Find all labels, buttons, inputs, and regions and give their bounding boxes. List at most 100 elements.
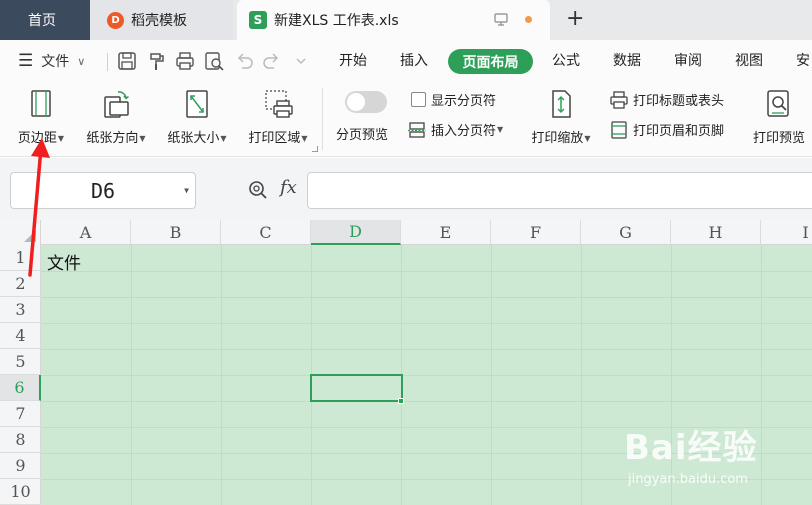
spreadsheet-grid[interactable]: A B C D E F G H I 1 2 3 4 5 6 7 8 9 10 文…	[0, 220, 812, 505]
menu-review[interactable]: 审阅	[674, 50, 702, 72]
orientation-button[interactable]: 纸张方向▼	[80, 82, 152, 146]
caret-down-icon: ▼	[584, 134, 591, 143]
tab-home[interactable]: 首页	[0, 0, 90, 40]
spreadsheet-logo-icon: S	[249, 11, 267, 29]
print-area-button[interactable]: 打印区域▼	[242, 82, 314, 146]
monitor-icon[interactable]	[494, 13, 508, 26]
menu-formulas[interactable]: 公式	[552, 50, 580, 72]
print-icon[interactable]	[174, 50, 196, 72]
caret-down-icon: ▼	[57, 134, 65, 143]
print-titles-button[interactable]: 打印标题或表头	[610, 90, 724, 109]
column-header-i[interactable]: I	[761, 220, 812, 245]
caret-down-icon: ▼	[301, 134, 308, 143]
insert-page-break-icon	[408, 121, 426, 138]
tab-workbook-label: 新建XLS 工作表.xls	[274, 13, 399, 29]
caret-down-icon: ▼	[139, 134, 146, 143]
new-tab-button[interactable]: +	[566, 8, 584, 30]
file-menu-button[interactable]: ☰ 文件 ∨	[18, 51, 85, 71]
selected-cell-d6[interactable]	[310, 374, 403, 402]
row-header-2[interactable]: 2	[0, 271, 41, 297]
insert-page-break-button[interactable]: 插入分页符 ▼	[408, 120, 503, 139]
customize-toolbar-icon[interactable]	[290, 50, 312, 72]
row-header-9[interactable]: 9	[0, 453, 41, 479]
column-header-f[interactable]: F	[491, 220, 581, 245]
menu-page-layout[interactable]: 页面布局	[448, 49, 533, 74]
column-header-c[interactable]: C	[221, 220, 311, 245]
paper-size-button[interactable]: 纸张大小▼	[161, 82, 233, 146]
paper-size-icon	[186, 90, 208, 118]
cell-a1[interactable]: 文件	[47, 249, 81, 274]
row-header-5[interactable]: 5	[0, 349, 41, 375]
undo-icon[interactable]	[233, 50, 255, 72]
watermark: Bai经验 jingyan.baidu.com	[620, 420, 810, 500]
gridline	[41, 349, 812, 350]
menu-security[interactable]: 安	[796, 50, 810, 72]
show-page-breaks-checkbox[interactable]: 显示分页符	[411, 90, 496, 109]
row-header-3[interactable]: 3	[0, 297, 41, 323]
print-scaling-label: 打印缩放	[531, 131, 584, 146]
chevron-down-icon: ∨	[77, 54, 86, 68]
print-scaling-button[interactable]: 打印缩放▼	[525, 82, 597, 146]
column-header-bar: A B C D E F G H I	[0, 220, 812, 245]
orientation-label: 纸张方向	[86, 131, 139, 146]
header-footer-button[interactable]: 打印页眉和页脚	[610, 120, 724, 139]
print-area-icon	[265, 90, 293, 118]
print-titles-label: 打印标题或表头	[633, 94, 725, 109]
tab-home-label: 首页	[28, 13, 56, 29]
fill-handle[interactable]	[398, 398, 404, 404]
print-preview-icon[interactable]	[203, 50, 225, 72]
checkbox-icon	[411, 92, 426, 107]
paper-size-label: 纸张大小	[167, 131, 220, 146]
magnifier-document-icon	[767, 90, 789, 117]
menu-view[interactable]: 视图	[735, 50, 763, 72]
watermark-logo: Bai经验	[624, 428, 758, 468]
row-header-4[interactable]: 4	[0, 323, 41, 349]
tab-template[interactable]: D 稻壳模板	[91, 0, 233, 40]
row-header-8[interactable]: 8	[0, 427, 41, 453]
row-header-7[interactable]: 7	[0, 401, 41, 427]
page-break-preview-label: 分页预览	[336, 128, 389, 143]
menu-page-layout-label: 页面布局	[462, 54, 519, 71]
column-header-h[interactable]: H	[671, 220, 761, 245]
formula-input[interactable]	[307, 172, 812, 209]
margins-button[interactable]: 页边距▼	[12, 82, 70, 146]
insert-function-button[interactable]: fx	[280, 177, 297, 198]
print-scaling-icon	[552, 90, 571, 118]
menu-insert[interactable]: 插入	[400, 50, 428, 72]
print-preview-button[interactable]: 打印预览	[747, 82, 811, 146]
gridline	[41, 323, 812, 324]
row-header-bar: 1 2 3 4 5 6 7 8 9 10	[0, 245, 41, 505]
tab-bar: 首页 D 稻壳模板 S 新建XLS 工作表.xls +	[0, 0, 812, 40]
menu-home[interactable]: 开始	[339, 50, 367, 72]
column-header-b[interactable]: B	[131, 220, 221, 245]
save-icon[interactable]	[116, 50, 138, 72]
column-header-d[interactable]: D	[311, 220, 401, 245]
column-header-e[interactable]: E	[401, 220, 491, 245]
caret-down-icon[interactable]: ▼	[184, 186, 189, 195]
print-preview-label: 打印预览	[752, 131, 805, 146]
print-area-label: 打印区域	[248, 131, 301, 146]
zoom-search-icon[interactable]	[248, 180, 268, 200]
gridline	[41, 271, 812, 272]
select-all-button[interactable]	[0, 220, 41, 245]
margins-label: 页边距	[17, 131, 57, 146]
menu-data[interactable]: 数据	[613, 50, 641, 72]
row-header-10[interactable]: 10	[0, 479, 41, 505]
redo-icon[interactable]	[261, 50, 283, 72]
dialog-launcher-icon[interactable]	[312, 146, 318, 152]
margins-icon	[31, 90, 51, 117]
column-header-g[interactable]: G	[581, 220, 671, 245]
tab-template-label: 稻壳模板	[131, 13, 187, 29]
ribbon: 页边距▼ 纸张方向▼ 纸张大小▼ 打印区域▼ 分页预览 显示分页符 插入分页符 …	[0, 82, 812, 157]
row-header-6[interactable]: 6	[0, 375, 41, 401]
caret-down-icon: ▼	[220, 134, 227, 143]
name-box[interactable]: D6 ▼	[10, 172, 196, 209]
page-break-preview-toggle[interactable]	[345, 91, 387, 113]
tab-workbook[interactable]: S 新建XLS 工作表.xls	[237, 0, 550, 40]
select-all-icon	[24, 230, 36, 242]
row-header-1[interactable]: 1	[0, 245, 41, 271]
gridline	[41, 401, 812, 402]
format-painter-icon[interactable]	[145, 50, 167, 72]
column-header-a[interactable]: A	[41, 220, 131, 245]
file-menu-label: 文件	[41, 54, 70, 70]
